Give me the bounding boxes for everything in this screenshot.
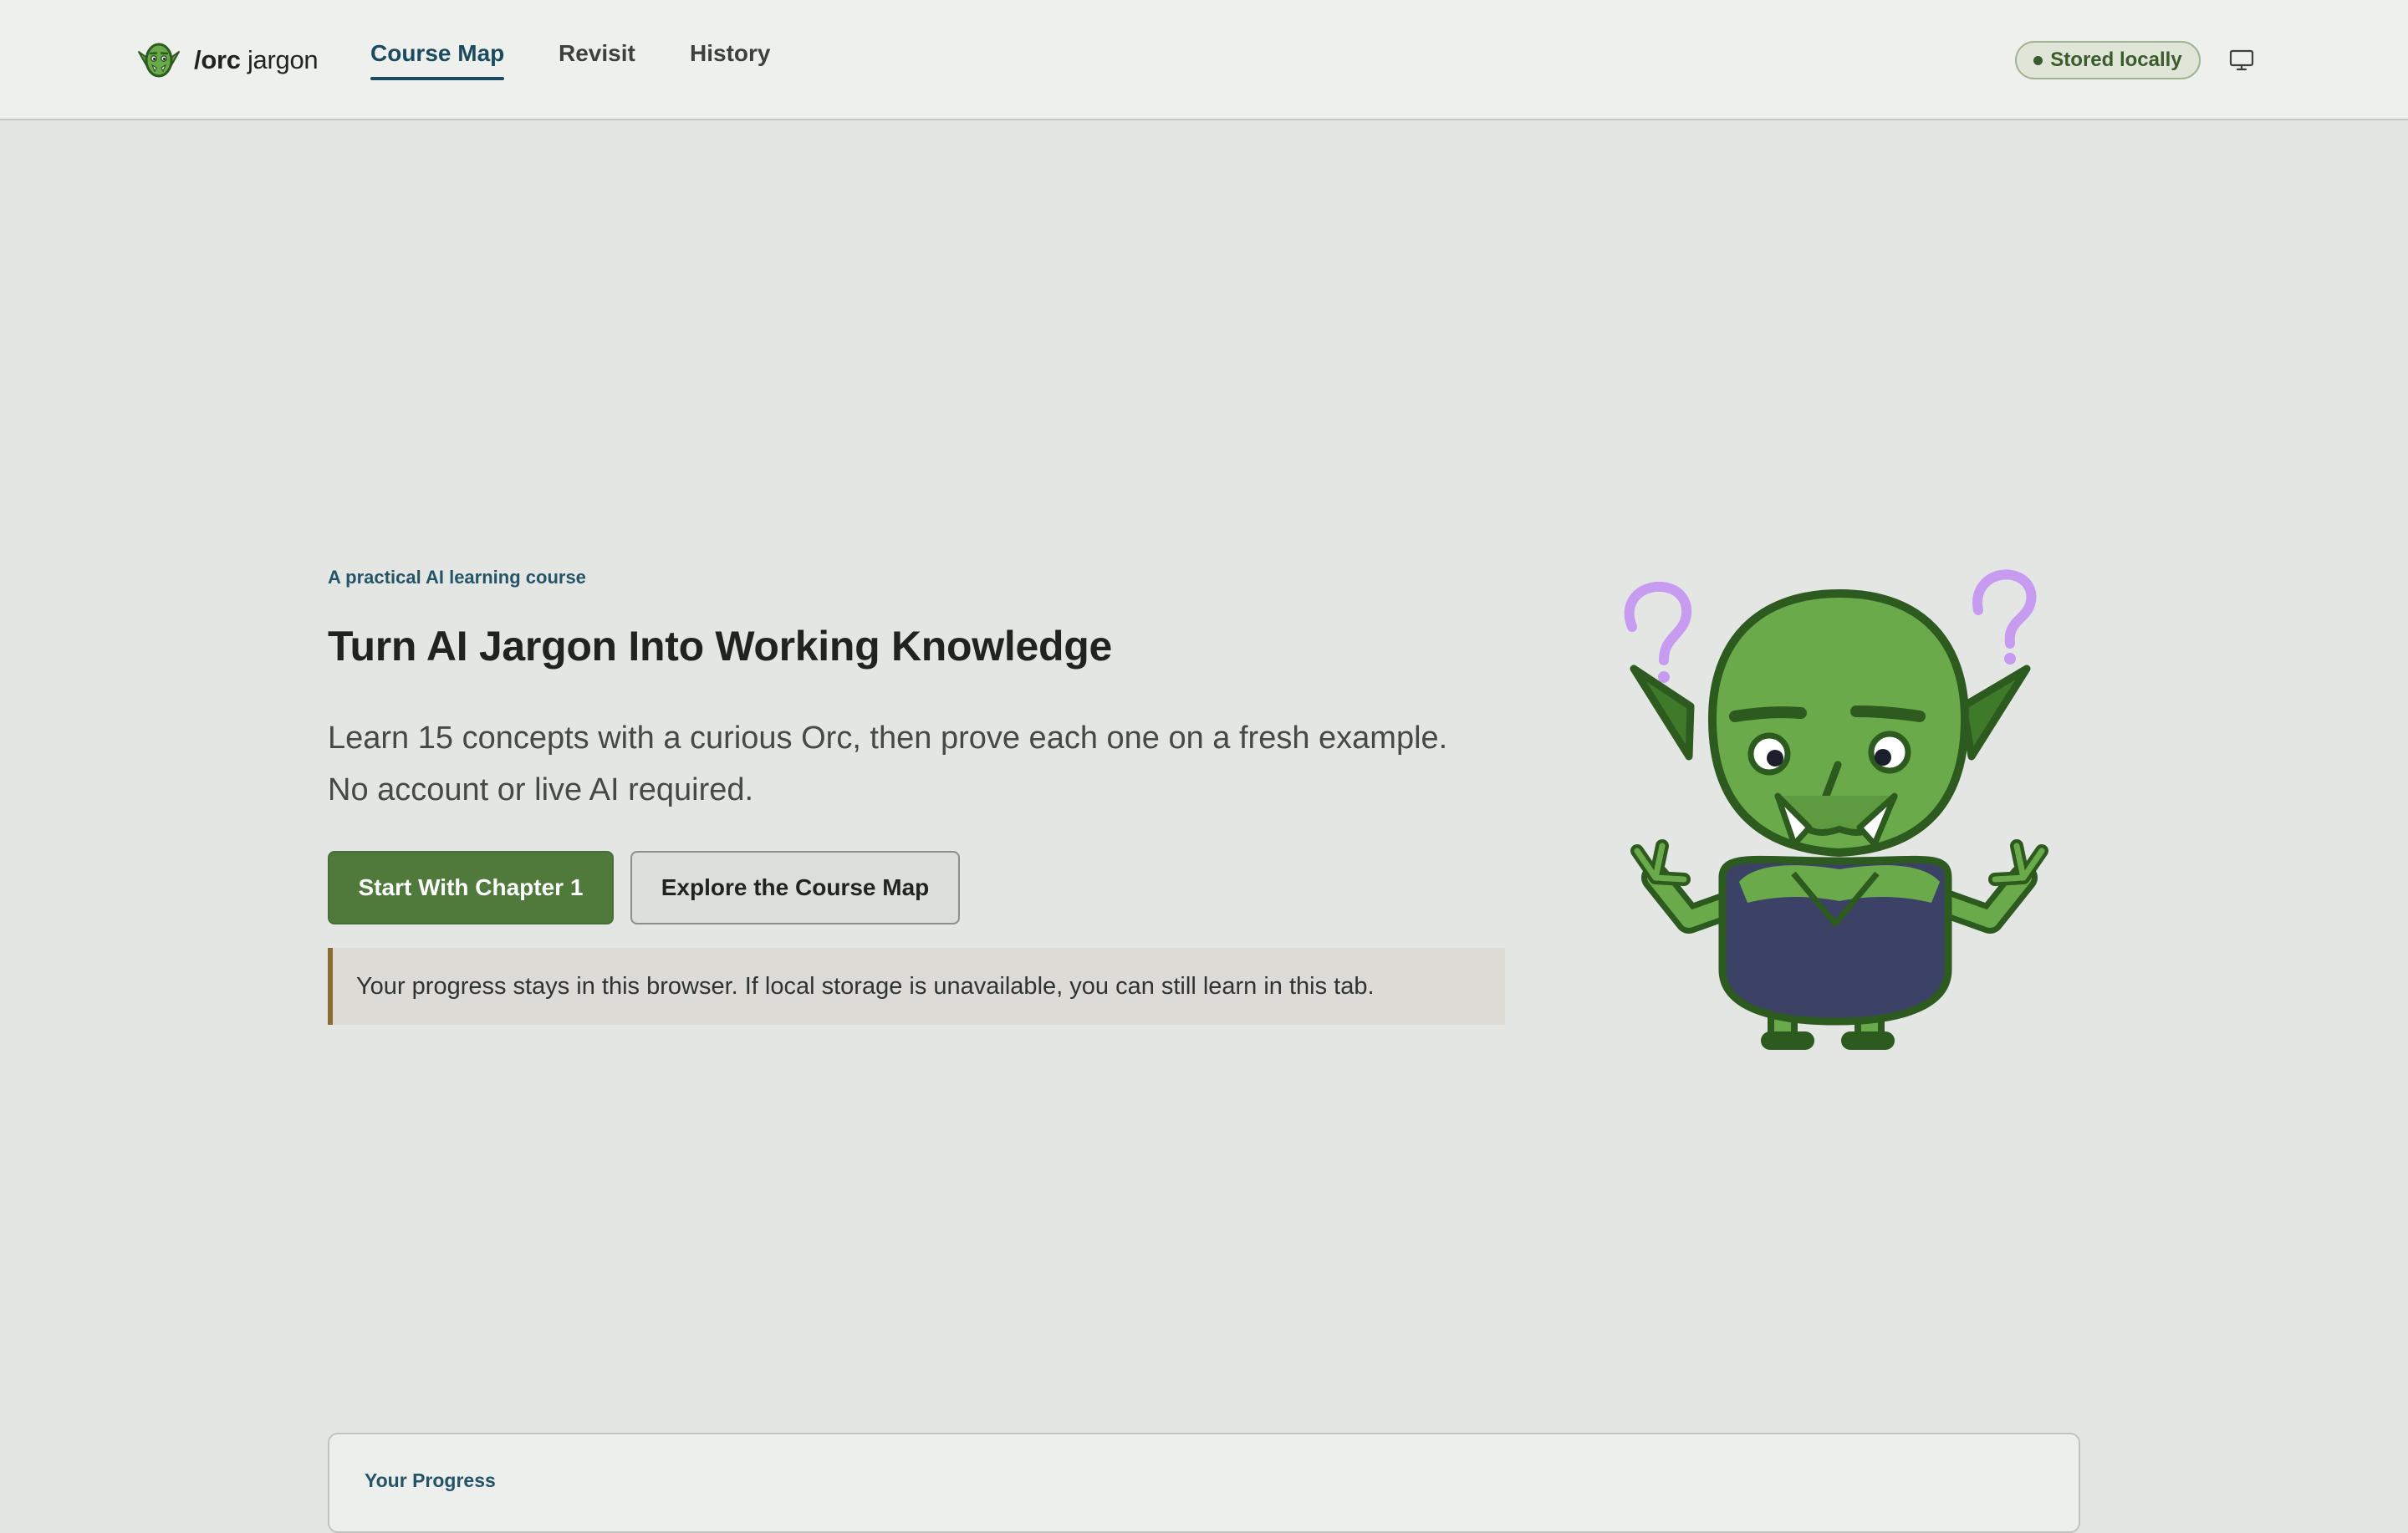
brand-name-slash: /orc xyxy=(194,45,241,74)
brand-link[interactable]: /orc jargon xyxy=(135,38,319,82)
question-mark-left-icon xyxy=(1624,581,1692,665)
confused-orc-illustration xyxy=(1624,569,2048,1050)
hero-eyebrow: A practical AI learning course xyxy=(328,567,586,588)
progress-card: Your Progress xyxy=(328,1433,2080,1533)
nav-course-map[interactable]: Course Map xyxy=(370,40,505,80)
status-dot-icon xyxy=(2033,55,2043,65)
orc-face-icon xyxy=(138,43,180,78)
nav-history[interactable]: History xyxy=(690,40,770,67)
top-navigation-bar: /orc jargon Course Map Revisit History S… xyxy=(0,0,2408,120)
explore-course-map-button[interactable]: Explore the Course Map xyxy=(630,851,960,924)
brand-name-rest: jargon xyxy=(240,45,319,74)
nav-revisit[interactable]: Revisit xyxy=(559,40,635,67)
progress-title: Your Progress xyxy=(365,1469,496,1491)
brand-name: /orc jargon xyxy=(194,45,319,75)
status-badge-label: Stored locally xyxy=(2050,48,2182,71)
storage-status-badge: Stored locally xyxy=(2015,41,2201,79)
hero-title: Turn AI Jargon Into Working Knowledge xyxy=(328,623,1112,670)
local-storage-note-text: Your progress stays in this browser. If … xyxy=(356,972,1375,1000)
local-storage-note: Your progress stays in this browser. If … xyxy=(328,948,1505,1025)
question-mark-right-icon xyxy=(1972,569,2037,649)
hero-description: Learn 15 concepts with a curious Orc, th… xyxy=(328,721,1448,807)
monitor-icon[interactable] xyxy=(2227,47,2256,74)
start-chapter-1-button[interactable]: Start With Chapter 1 xyxy=(328,851,614,924)
